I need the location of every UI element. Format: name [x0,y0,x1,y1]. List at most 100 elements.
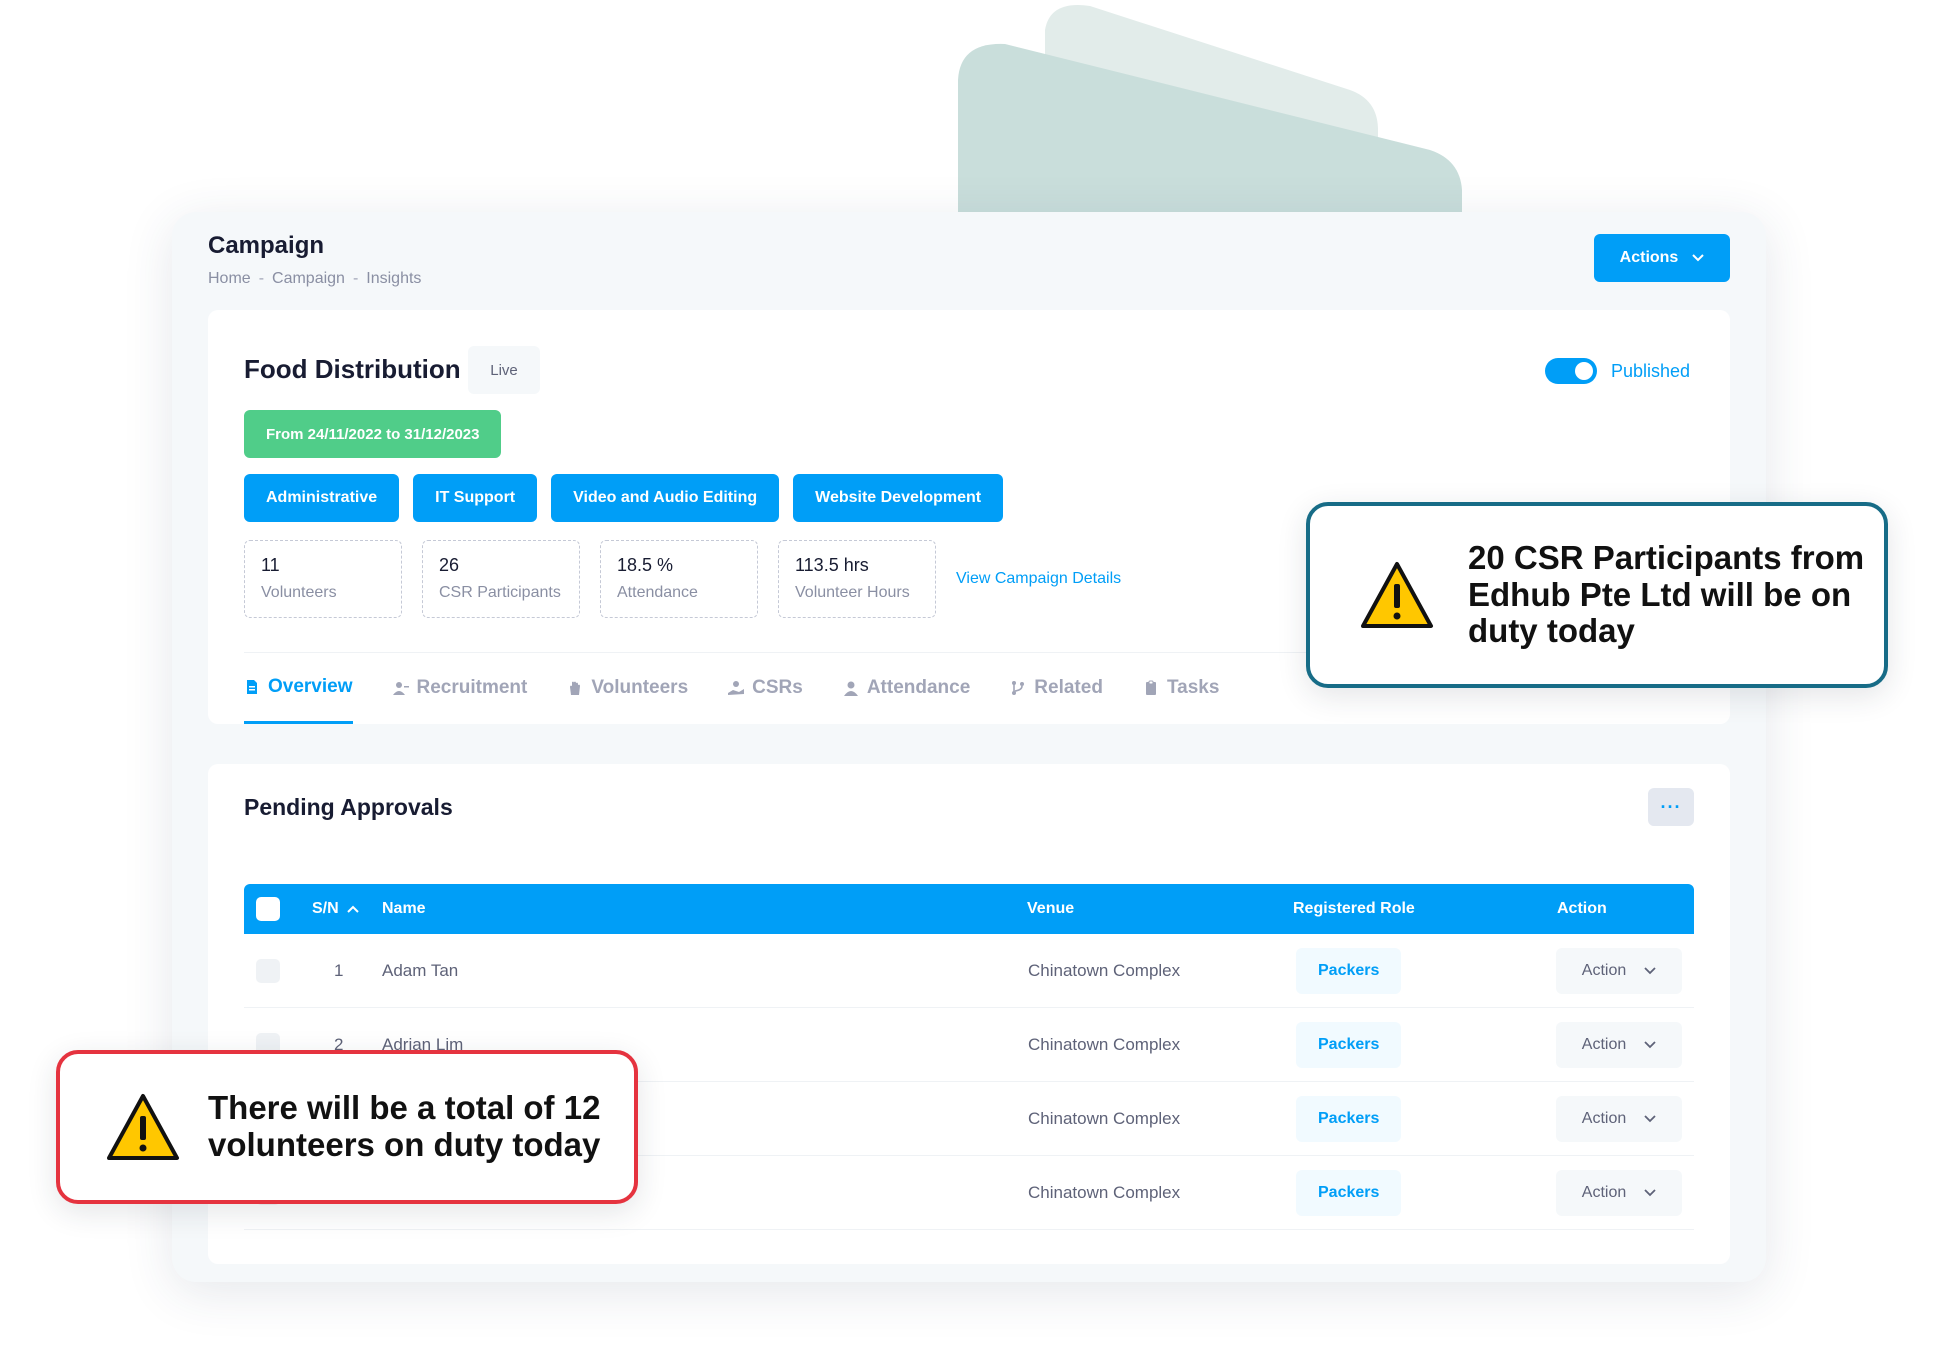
tab-label: Volunteers [591,677,689,698]
action-label: Action [1581,1035,1627,1053]
skill-tag[interactable]: IT Support [413,474,538,522]
stat-label: Volunteers [261,584,337,601]
more-options-button[interactable]: ··· [1648,788,1694,826]
tab-recruitment[interactable]: Recruitment [392,652,528,724]
tab-label: Attendance [866,677,971,698]
breadcrumb-home[interactable]: Home [208,270,251,288]
stat-label: Volunteer Hours [795,584,910,601]
tab-overview[interactable]: Overview [244,652,353,724]
stat-label: CSR Participants [439,584,561,601]
row-action-button[interactable]: Action [1556,947,1682,994]
stat-csr-participants: 26 CSR Participants [422,540,580,618]
warning-icon [107,1094,179,1160]
table-row: 1 Adam Tan Chinatown Complex Packers Act… [244,934,1694,1008]
stat-attendance: 18.5 % Attendance [600,540,758,618]
handshake-icon [728,681,745,695]
tab-label: Related [1034,677,1103,698]
chevron-down-icon [1644,966,1656,974]
header-cell-sn[interactable]: S/N [312,884,359,934]
role-badge: Packers [1296,947,1402,994]
action-label: Action [1581,1183,1627,1201]
toggle-switch[interactable] [1544,358,1597,384]
chevron-down-icon [1644,1188,1656,1196]
skill-tag[interactable]: Website Development [793,474,1004,522]
actions-button-label: Actions [1619,249,1679,266]
pending-approvals-title: Pending Approvals [244,794,453,820]
breadcrumb-insights: Insights [366,270,422,287]
page-header: Campaign Home - Campaign - Insights [208,232,421,288]
role-badge: Packers [1296,1095,1402,1142]
chevron-down-icon [1644,1040,1656,1048]
view-campaign-details-link[interactable]: View Campaign Details [956,570,1121,588]
breadcrumb: Home - Campaign - Insights [208,270,421,288]
stat-volunteer-hours: 113.5 hrs Volunteer Hours [778,540,936,618]
campaign-tabs: Overview Recruitment Volunteers CSRs Att… [244,652,1219,724]
chevron-down-icon [1644,1114,1656,1122]
skill-tag[interactable]: Administrative [244,474,400,522]
tab-label: Overview [268,675,353,697]
breadcrumb-separator: - [258,270,265,287]
breadcrumb-separator: - [352,270,359,287]
volunteers-callout-text: There will be a total of 12 volunteers o… [208,1089,601,1163]
campaign-name: Food Distribution [244,354,461,384]
user-add-icon [392,682,409,695]
warning-icon [1361,562,1433,628]
role-badge: Packers [1296,1169,1402,1216]
row-sn: 1 [334,960,344,980]
page-title: Campaign [208,232,325,259]
clipboard-icon [1145,680,1156,695]
status-badge: Live [468,346,540,394]
header-cell-name: Name [382,900,426,917]
tab-label: CSRs [752,677,803,698]
stat-volunteers: 11 Volunteers [244,540,402,618]
tab-volunteers[interactable]: Volunteers [567,652,688,724]
document-icon [247,679,257,694]
row-action-button[interactable]: Action [1556,1021,1682,1068]
stat-value: 113.5 hrs [795,555,869,575]
tab-tasks[interactable]: Tasks [1143,652,1219,724]
actions-button[interactable]: Actions [1594,234,1730,282]
tab-label: Recruitment [416,677,528,698]
table-header: S/N Name Venue Registered Role Action [244,884,1694,934]
chevron-down-icon [1692,254,1705,262]
skill-tags: Administrative IT Support Video and Audi… [244,474,1004,522]
action-label: Action [1581,1109,1627,1127]
role-badge: Packers [1296,1021,1402,1068]
header-sn-label: S/N [312,900,339,917]
header-cell-select [256,884,280,934]
volunteers-callout: There will be a total of 12 volunteers o… [56,1050,638,1204]
campaign-stats: 11 Volunteers 26 CSR Participants 18.5 %… [244,540,1121,618]
row-venue: Chinatown Complex [1028,1034,1181,1054]
stat-value: 26 [439,555,460,575]
stat-label: Attendance [617,584,698,601]
stat-value: 11 [261,555,280,575]
row-action-button[interactable]: Action [1556,1169,1682,1216]
tab-label: Tasks [1166,677,1220,698]
toggle-knob [1574,362,1593,380]
row-venue: Chinatown Complex [1028,1182,1181,1202]
tab-related[interactable]: Related [1010,652,1103,724]
sort-ascending-icon [346,905,359,913]
breadcrumb-campaign[interactable]: Campaign [272,270,345,288]
published-label: Published [1610,360,1690,381]
date-range-badge: From 24/11/2022 to 31/12/2023 [244,410,502,458]
csr-participants-callout: 20 CSR Participants from Edhub Pte Ltd w… [1306,502,1888,688]
published-toggle[interactable]: Published [1544,358,1690,384]
branch-icon [1012,681,1025,695]
csr-callout-text: 20 CSR Participants from Edhub Pte Ltd w… [1468,538,1865,650]
header-cell-venue: Venue [1027,900,1075,917]
header-cell-action: Action [1557,900,1607,917]
hand-icon [570,681,581,695]
stat-value: 18.5 % [617,555,674,575]
row-action-button[interactable]: Action [1556,1095,1682,1142]
tab-attendance[interactable]: Attendance [843,652,970,724]
skill-tag[interactable]: Video and Audio Editing [551,474,780,522]
row-venue: Chinatown Complex [1028,960,1181,980]
tab-csrs[interactable]: CSRs [728,652,803,724]
action-label: Action [1581,961,1627,979]
background-decoration [958,5,1462,215]
select-all-checkbox[interactable] [256,897,280,921]
row-venue: Chinatown Complex [1028,1108,1181,1128]
row-checkbox[interactable] [256,958,280,983]
header-cell-role: Registered Role [1293,900,1415,917]
